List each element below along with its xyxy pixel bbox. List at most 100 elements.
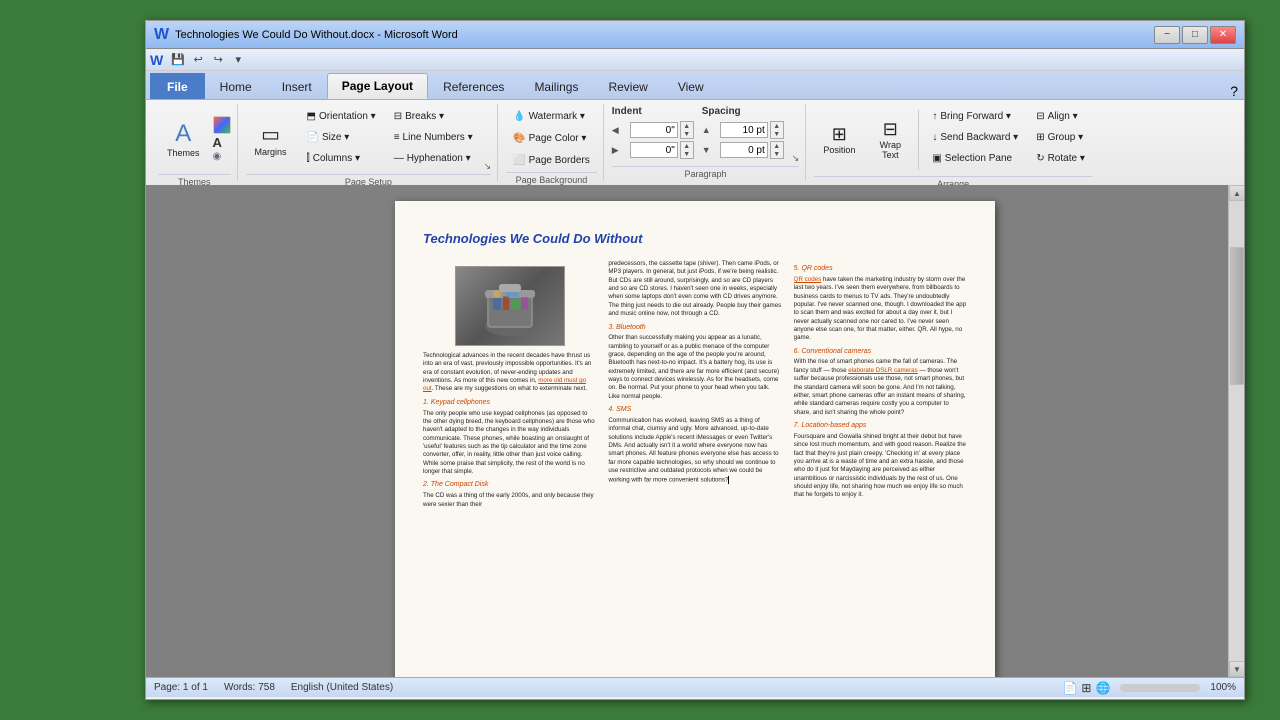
scroll-track <box>1229 201 1244 661</box>
theme-effects-icon[interactable]: ◉ <box>213 151 231 162</box>
margins-icon: ▭ <box>261 122 280 147</box>
help-icon[interactable]: ? <box>1230 83 1238 99</box>
group-icon: ⊞ <box>1036 132 1044 143</box>
col2-body-1: Other than successfully making you appea… <box>608 334 781 401</box>
position-button[interactable]: ⊞ Position <box>814 106 864 172</box>
theme-color-icon[interactable] <box>213 116 231 134</box>
spacing-after-down[interactable]: ▼ <box>771 150 783 158</box>
indent-right-up[interactable]: ▲ <box>681 142 693 150</box>
view-print-button[interactable]: 📄 <box>1062 681 1077 695</box>
indent-right-row: ▶ ▲ ▼ <box>612 141 694 159</box>
page-color-button[interactable]: 🎨 Page Color ▾ <box>506 128 593 148</box>
align-label: Align ▾ <box>1048 111 1078 122</box>
view-full-screen-button[interactable]: ⊞ <box>1081 681 1091 695</box>
selection-pane-button[interactable]: ▣ Selection Pane <box>925 148 1025 168</box>
paragraph-expand[interactable]: ↘ <box>792 153 800 164</box>
selection-pane-icon: ▣ <box>932 153 941 164</box>
status-words: Words: 758 <box>224 682 275 693</box>
page-borders-button[interactable]: ⬜ Page Borders <box>506 150 597 170</box>
document-image <box>455 266 565 346</box>
col3-heading-3: 7. Location-based apps <box>794 421 967 431</box>
indent-left-input[interactable] <box>630 122 678 138</box>
indent-right-input[interactable] <box>630 142 678 158</box>
page-borders-label: Page Borders <box>529 155 590 166</box>
theme-font-icon[interactable]: A <box>213 135 231 150</box>
indent-left-up[interactable]: ▲ <box>681 122 693 130</box>
bring-forward-button[interactable]: ↑ Bring Forward ▾ <box>925 106 1025 126</box>
indent-right-spinner: ▲ ▼ <box>680 141 694 159</box>
indent-left-down[interactable]: ▼ <box>681 130 693 138</box>
scroll-down-button[interactable]: ▼ <box>1229 661 1244 677</box>
columns-icon: ⫿ <box>307 153 310 164</box>
orientation-button[interactable]: ⬒ Orientation ▾ <box>300 106 383 126</box>
tab-references[interactable]: References <box>428 73 519 99</box>
tab-home[interactable]: Home <box>205 73 267 99</box>
text-cursor <box>728 476 729 484</box>
col1-body-1: The only people who use keypad cellphone… <box>423 410 596 477</box>
col1-heading-2: 2. The Compact Disk <box>423 480 596 490</box>
tab-file[interactable]: File <box>150 73 205 99</box>
watermark-button[interactable]: 💧 Watermark ▾ <box>506 106 592 126</box>
document-content: Technologies We Could Do Without <box>395 201 995 677</box>
indent-section: Indent ◀ ▲ ▼ ▶ ▲ ▼ <box>612 106 694 159</box>
align-button[interactable]: ⊟ Align ▾ <box>1029 106 1092 126</box>
spacing-after-up[interactable]: ▲ <box>771 142 783 150</box>
restore-button[interactable]: □ <box>1182 26 1208 44</box>
rotate-label: Rotate ▾ <box>1048 153 1085 164</box>
minimize-button[interactable]: − <box>1154 26 1180 44</box>
line-numbers-button[interactable]: ≡ Line Numbers ▾ <box>387 127 480 147</box>
col1-heading-1: 1. Keypad cellphones <box>423 398 596 408</box>
col2-heading-2: 4. SMS <box>608 405 781 415</box>
spacing-after-input[interactable] <box>720 142 768 158</box>
tab-page-layout[interactable]: Page Layout <box>327 73 428 99</box>
watermark-label: Watermark ▾ <box>529 111 585 122</box>
scroll-up-button[interactable]: ▲ <box>1229 185 1244 201</box>
ribbon-group-page-setup: ▭ Margins ⬒ Orientation ▾ 📄 Size ▾ ⫿ Col… <box>240 104 499 181</box>
wrap-text-button[interactable]: ⊟ WrapText <box>868 106 912 172</box>
scrollbar-vertical[interactable]: ▲ ▼ <box>1228 185 1244 677</box>
spacing-after-spinner: ▲ ▼ <box>770 141 784 159</box>
ribbon-group-themes: A Themes A ◉ Themes <box>152 104 238 181</box>
ribbon-tabs: File Home Insert Page Layout References … <box>146 71 1244 99</box>
spacing-before-down[interactable]: ▼ <box>771 130 783 138</box>
rotate-icon: ↻ <box>1036 153 1044 164</box>
close-button[interactable]: ✕ <box>1210 26 1236 44</box>
save-icon[interactable]: 💾 <box>169 51 187 69</box>
spacing-title: Spacing <box>702 106 784 117</box>
orientation-icon: ⬒ <box>307 111 316 122</box>
themes-button[interactable]: A Themes <box>158 106 209 172</box>
indent-left-row: ◀ ▲ ▼ <box>612 121 694 139</box>
send-backward-button[interactable]: ↓ Send Backward ▾ <box>925 127 1025 147</box>
view-web-button[interactable]: 🌐 <box>1095 681 1110 695</box>
redo-icon[interactable]: ↪ <box>209 51 227 69</box>
spacing-before-up[interactable]: ▲ <box>771 122 783 130</box>
zoom-slider[interactable] <box>1120 684 1200 692</box>
undo-icon[interactable]: ↩ <box>189 51 207 69</box>
tab-mailings[interactable]: Mailings <box>519 73 593 99</box>
tab-review[interactable]: Review <box>593 73 662 99</box>
col1-body-2: The CD was a thing of the early 2000s, a… <box>423 492 596 509</box>
quick-access-toolbar: W 💾 ↩ ↪ ▾ <box>146 49 1244 71</box>
watermark-icon: 💧 <box>513 111 525 122</box>
spacing-before-input[interactable] <box>720 122 768 138</box>
col3-body-2: With the rise of smart phones came the f… <box>794 358 967 417</box>
group-button[interactable]: ⊞ Group ▾ <box>1029 127 1092 147</box>
scroll-thumb[interactable] <box>1230 247 1244 385</box>
breaks-button[interactable]: ⊟ Breaks ▾ <box>387 106 480 126</box>
document-column-1: Technological advances in the recent dec… <box>423 260 596 661</box>
rotate-button[interactable]: ↻ Rotate ▾ <box>1029 148 1092 168</box>
customize-icon[interactable]: ▾ <box>229 51 247 69</box>
align-icon: ⊟ <box>1036 111 1044 122</box>
indent-right-down[interactable]: ▼ <box>681 150 693 158</box>
tab-insert[interactable]: Insert <box>267 73 327 99</box>
margins-button[interactable]: ▭ Margins <box>246 106 296 172</box>
hyphenation-button[interactable]: — Hyphenation ▾ <box>387 148 480 168</box>
status-bar: Page: 1 of 1 Words: 758 English (United … <box>146 677 1244 697</box>
size-button[interactable]: 📄 Size ▾ <box>300 127 383 147</box>
tab-view[interactable]: View <box>663 73 719 99</box>
selection-pane-label: Selection Pane <box>945 153 1012 164</box>
hyphenation-label: Hyphenation ▾ <box>407 153 471 164</box>
columns-button[interactable]: ⫿ Columns ▾ <box>300 148 383 168</box>
page-setup-expand[interactable]: ↘ <box>484 161 492 172</box>
indent-left-label: ◀ <box>612 125 628 136</box>
